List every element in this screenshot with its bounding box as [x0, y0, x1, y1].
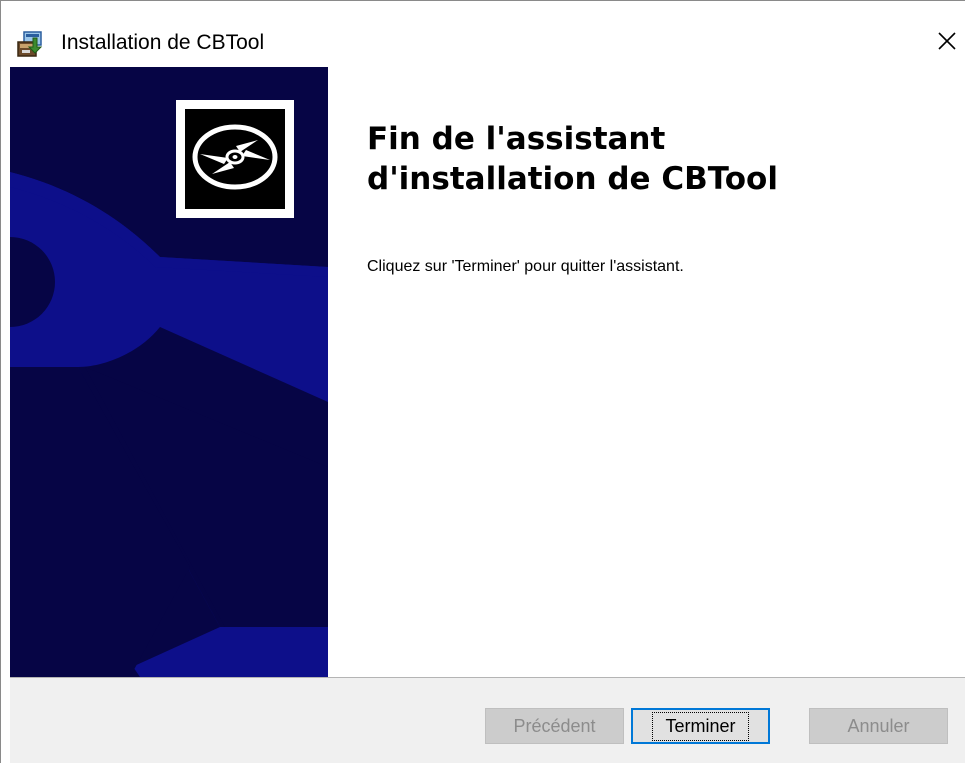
instruction-text: Cliquez sur 'Terminer' pour quitter l'as…	[367, 258, 684, 275]
cancel-button[interactable]: Annuler	[809, 708, 948, 744]
page-title-line-2: d'installation de CBTool	[367, 161, 778, 197]
back-button[interactable]: Précédent	[485, 708, 624, 744]
finish-button[interactable]: Terminer	[631, 708, 770, 744]
title-bar: Installation de CBTool	[1, 1, 965, 67]
close-button[interactable]	[927, 23, 965, 63]
installer-package-icon	[15, 29, 45, 59]
page-title-line-1: Fin de l'assistant	[367, 121, 666, 157]
cd-emblem	[176, 100, 294, 218]
finish-button-label: Terminer	[652, 711, 749, 741]
page-title: Fin de l'assistant d'installation de CBT…	[367, 119, 927, 199]
cd-disc-icon	[190, 112, 280, 207]
close-icon	[937, 31, 957, 56]
installer-window: Installation de CBTool Fin de l'assistan…	[0, 0, 965, 763]
window-title: Installation de CBTool	[61, 31, 265, 54]
